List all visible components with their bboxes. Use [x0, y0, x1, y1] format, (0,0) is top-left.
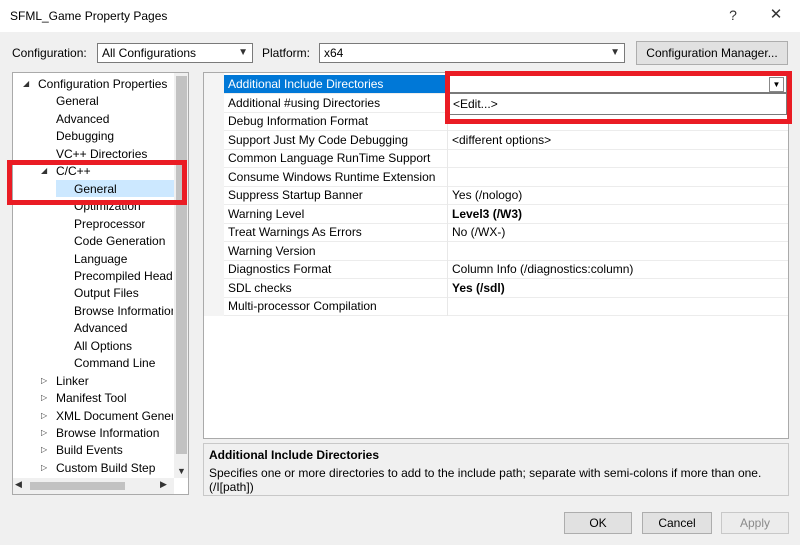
configuration-value: All Configurations [102, 46, 197, 60]
tree-item[interactable]: XML Document Genera [56, 408, 173, 425]
tree-vertical-scroll-thumb[interactable] [176, 76, 187, 454]
property-row[interactable]: Consume Windows Runtime Extension [204, 168, 788, 187]
property-name: Common Language RunTime Support [228, 151, 431, 165]
tree-item[interactable]: Advanced [74, 320, 127, 337]
tree-item[interactable]: Build Events [56, 442, 123, 459]
close-button[interactable]: ✕ [761, 3, 791, 27]
tree-item[interactable]: Precompiled Heade [74, 268, 173, 285]
platform-dropdown[interactable]: x64 ▼ [319, 43, 625, 63]
description-text: Specifies one or more directories to add… [209, 466, 762, 494]
apply-button[interactable]: Apply [721, 512, 789, 534]
property-row[interactable]: Warning Version [204, 242, 788, 261]
property-name: SDL checks [228, 280, 292, 295]
property-value: No (/WX-) [452, 225, 506, 239]
tree-item[interactable]: Output Files [74, 285, 139, 302]
tree-item[interactable]: Command Line [74, 355, 155, 372]
property-row[interactable]: Treat Warnings As Errors No (/WX-) [204, 223, 788, 242]
scroll-left-arrow-icon[interactable]: ◀ [15, 479, 22, 490]
tree-item[interactable]: Code Generation [74, 233, 165, 250]
property-row[interactable]: Suppress Startup Banner Yes (/nologo) [204, 186, 788, 205]
property-name: Debug Information Format [228, 114, 369, 128]
description-title: Additional Include Directories [209, 448, 380, 462]
help-button[interactable]: ? [719, 3, 747, 27]
tree-item[interactable]: Language [74, 251, 127, 268]
property-value: Column Info (/diagnostics:column) [452, 262, 634, 276]
window-title: SFML_Game Property Pages [10, 9, 168, 23]
tree-item[interactable]: Configuration Properties [38, 76, 167, 93]
chevron-down-icon: ▼ [610, 47, 620, 58]
tree-item[interactable]: Custom Build Step [56, 460, 155, 477]
collapsed-caret-icon[interactable]: ▷ [41, 428, 47, 437]
highlight-frame-dropdown [445, 71, 792, 124]
cancel-button[interactable]: Cancel [642, 512, 712, 534]
expanded-caret-icon[interactable]: ◢ [23, 79, 29, 88]
property-value: Level3 (/W3) [452, 206, 523, 221]
property-name: Additional Include Directories [228, 77, 384, 91]
tree-item[interactable]: Browse Information [74, 303, 173, 320]
platform-label: Platform: [262, 46, 311, 60]
property-value: Yes (/sdl) [452, 280, 505, 295]
row-separator [224, 315, 788, 316]
property-value: <different options> [452, 132, 552, 147]
tree-item[interactable]: Advanced [56, 111, 109, 128]
tree-item[interactable]: Preprocessor [74, 216, 145, 233]
property-name: Consume Windows Runtime Extension [228, 169, 436, 184]
tree-item[interactable]: Debugging [56, 128, 114, 145]
ok-button[interactable]: OK [564, 512, 632, 534]
property-name: Additional #using Directories [228, 95, 381, 110]
scroll-right-arrow-icon[interactable]: ▶ [160, 479, 167, 490]
tree-item[interactable]: All Options [74, 338, 132, 355]
property-name: Treat Warnings As Errors [228, 225, 362, 239]
property-row[interactable]: Warning Level Level3 (/W3) [204, 205, 788, 224]
property-name: Warning Version [228, 243, 316, 258]
configuration-dropdown[interactable]: All Configurations ▼ [97, 43, 253, 63]
property-row[interactable]: Common Language RunTime Support [204, 149, 788, 168]
collapsed-caret-icon[interactable]: ▷ [41, 445, 47, 454]
collapsed-caret-icon[interactable]: ▷ [41, 376, 47, 385]
property-value: Yes (/nologo) [452, 188, 523, 202]
tree-horizontal-scroll-thumb[interactable] [30, 482, 125, 490]
property-name: Warning Level [228, 206, 305, 221]
property-row[interactable]: Multi-processor Compilation [204, 297, 788, 316]
configuration-label: Configuration: [12, 46, 87, 60]
platform-value: x64 [324, 46, 344, 60]
scroll-down-arrow-icon[interactable]: ▼ [177, 466, 186, 476]
chevron-down-icon: ▼ [238, 47, 248, 58]
property-name: Support Just My Code Debugging [228, 132, 409, 147]
property-row[interactable]: SDL checks Yes (/sdl) [204, 279, 788, 298]
property-name: Suppress Startup Banner [228, 188, 363, 202]
tree-item[interactable]: Browse Information [56, 425, 159, 442]
highlight-frame-tree [7, 160, 187, 205]
property-row[interactable]: Diagnostics Format Column Info (/diagnost… [204, 260, 788, 279]
tree-item[interactable]: Linker [56, 373, 89, 390]
tree-item[interactable]: Manifest Tool [56, 390, 126, 407]
collapsed-caret-icon[interactable]: ▷ [41, 393, 47, 402]
property-name: Multi-processor Compilation [228, 299, 377, 313]
collapsed-caret-icon[interactable]: ▷ [41, 463, 47, 472]
collapsed-caret-icon[interactable]: ▷ [41, 411, 47, 420]
property-name: Diagnostics Format [228, 262, 332, 276]
configuration-manager-button[interactable]: Configuration Manager... [636, 41, 788, 65]
tree-item[interactable]: General [56, 93, 99, 110]
property-row[interactable]: Support Just My Code Debugging <different… [204, 131, 788, 150]
